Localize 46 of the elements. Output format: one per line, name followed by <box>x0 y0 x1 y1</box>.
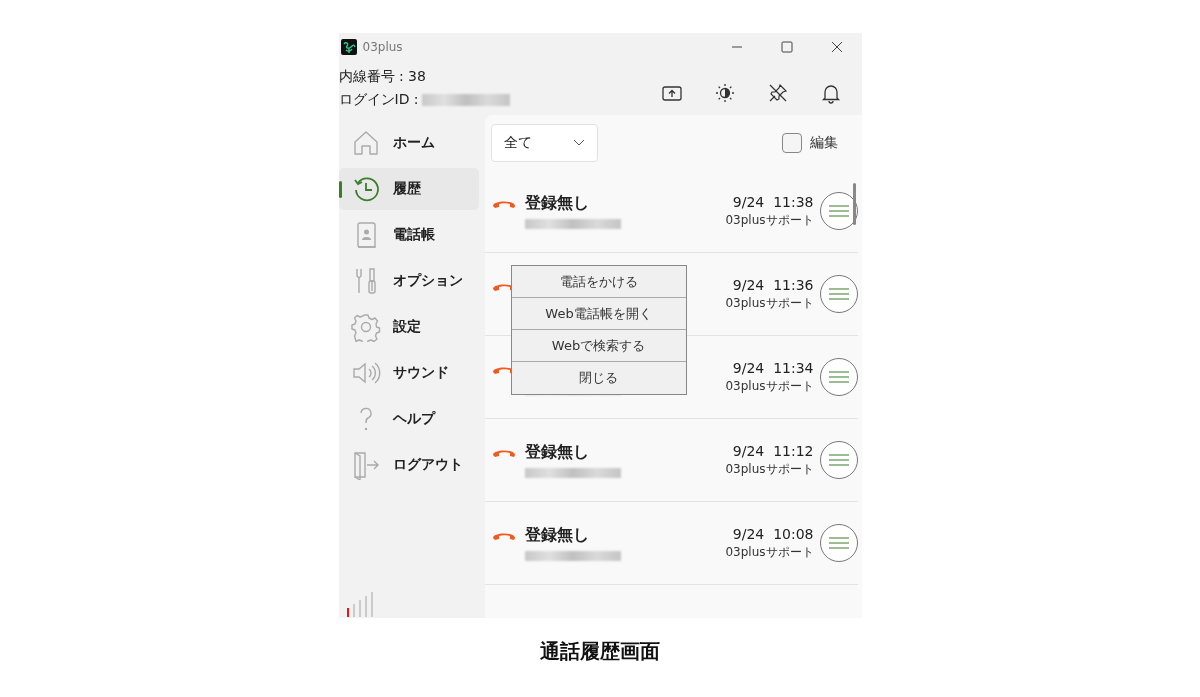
menu-lines-icon <box>827 371 850 383</box>
window-title: 03plus <box>362 40 404 54</box>
row-menu-button[interactable] <box>819 441 858 479</box>
caption: 通話履歴画面 <box>540 638 660 665</box>
filter-dropdown[interactable]: 全て <box>490 123 598 162</box>
sidebar-item[interactable]: ホーム <box>338 122 479 164</box>
edit-checkbox[interactable] <box>781 132 802 153</box>
call-recipient: 03plusサポート <box>725 460 814 478</box>
sidebar-item[interactable]: サウンド <box>338 352 479 394</box>
close-icon <box>830 41 843 53</box>
edit-label: 編集 <box>809 133 838 152</box>
menu-lines-icon <box>827 288 850 300</box>
sidebar-item[interactable]: オプション <box>338 260 479 302</box>
call-recipient: 03plusサポート <box>725 543 814 561</box>
chevron-down-icon <box>572 138 585 147</box>
sidebar-item[interactable]: ヘルプ <box>338 398 479 440</box>
call-time: 9/24 11:36 <box>732 276 814 293</box>
row-menu-button[interactable] <box>819 192 858 230</box>
app-logo-icon <box>340 39 357 55</box>
call-recipient: 03plusサポート <box>725 211 814 229</box>
selection-indicator <box>338 181 342 198</box>
sidebar-item[interactable]: 電話帳 <box>338 214 479 256</box>
row-menu-button[interactable] <box>819 358 858 396</box>
call-time: 9/24 11:12 <box>732 442 814 459</box>
sidebar-item[interactable]: 履歴 <box>338 168 479 210</box>
scrollbar[interactable] <box>852 183 856 225</box>
call-time: 9/24 11:34 <box>732 359 814 376</box>
menu-lines-icon <box>827 205 850 217</box>
call-time: 9/24 11:38 <box>732 193 814 210</box>
caller-name: 登録無し <box>524 441 589 463</box>
menu-lines-icon <box>827 537 850 549</box>
extension-number: 内線番号 : 38 <box>338 67 427 86</box>
login-id-label: ログインID : <box>338 90 419 109</box>
signal-icon <box>344 592 375 618</box>
call-recipient: 03plusサポート <box>725 377 814 395</box>
gear-icon <box>350 312 381 342</box>
row-menu-button[interactable] <box>819 275 858 313</box>
call-recipient: 03plusサポート <box>725 294 814 312</box>
row-menu-button[interactable] <box>819 524 858 562</box>
call-time: 9/24 10:08 <box>732 525 814 542</box>
sidebar-item[interactable]: ログアウト <box>338 444 479 486</box>
caller-name: 登録無し <box>524 192 589 214</box>
caller-name: 登録無し <box>524 524 589 546</box>
menu-lines-icon <box>827 454 850 466</box>
maximize-icon <box>780 41 793 53</box>
sidebar-item[interactable]: 設定 <box>338 306 479 348</box>
